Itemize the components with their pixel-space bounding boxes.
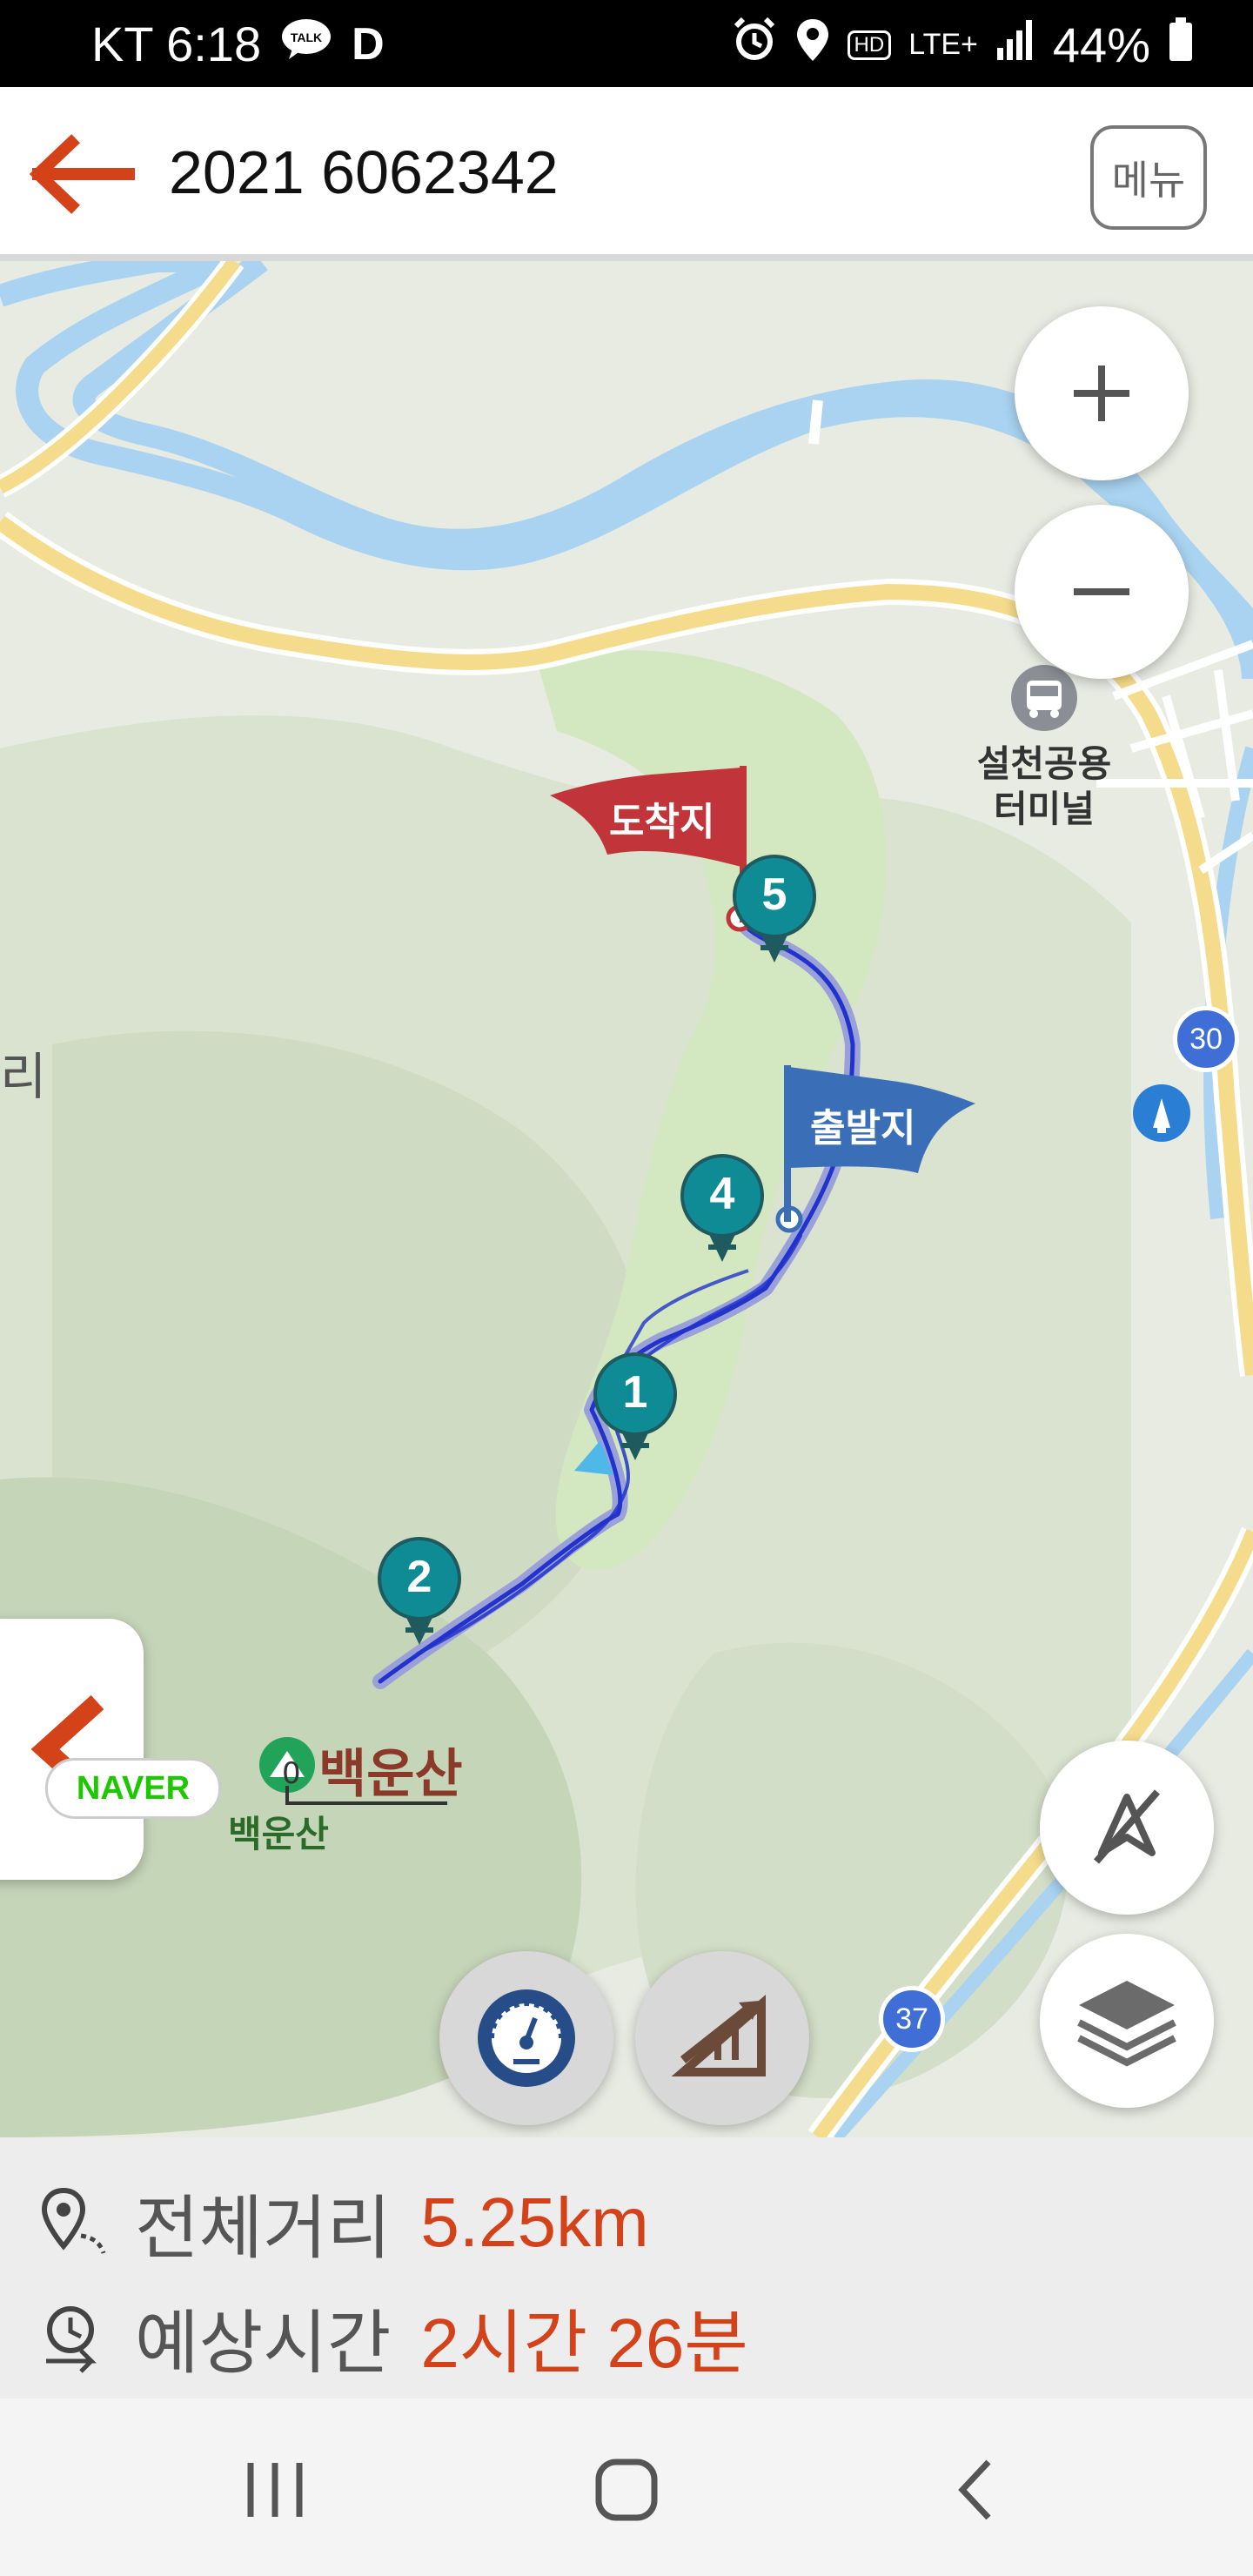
talk-badge-text: TALK <box>291 30 322 44</box>
recent-apps-icon <box>247 2463 303 2517</box>
carrier-time: KT 6:18 <box>91 17 262 71</box>
time-value: 2시간 26분 <box>420 2304 748 2382</box>
road-30-shield: 30 <box>1173 1006 1239 1072</box>
flag-start-label: 출발지 <box>810 1107 916 1150</box>
speed-button[interactable] <box>439 1951 613 2125</box>
map-view[interactable]: 도착지 출발지 5 4 1 2 설천공용 터미널 30 37 리 백운산 백운산… <box>0 261 1253 2137</box>
tree-icon <box>1133 1084 1190 1142</box>
waypoint-marker-5[interactable]: 5 <box>731 855 818 964</box>
home-button[interactable] <box>574 2442 679 2538</box>
speedometer-icon <box>478 1989 575 2087</box>
status-bar: KT 6:18 TALK D HD LTE+ 44% <box>0 0 1253 87</box>
page-title: 2021 6062342 <box>169 138 559 206</box>
zoom-in-button[interactable] <box>1015 306 1189 480</box>
d-app-icon: D <box>352 18 385 70</box>
flag-start-marker[interactable]: 출발지 <box>779 1060 979 1225</box>
lte-icon: LTE+ <box>908 28 978 61</box>
distance-row: 전체거리 5.25km <box>39 2172 649 2273</box>
waypoint-label: 4 <box>709 1169 735 1219</box>
mountain-label-small: 백운산 <box>228 1814 329 1855</box>
waypoint-label: 1 <box>622 1367 648 1418</box>
waypoint-label: 2 <box>406 1552 432 1602</box>
waypoint-label: 5 <box>761 869 787 920</box>
system-back-button[interactable] <box>924 2442 1029 2538</box>
road-37-shield: 37 <box>879 1986 945 2052</box>
system-nav-bar <box>0 2398 1253 2576</box>
kakaotalk-icon: TALK <box>280 16 332 72</box>
battery-percent: 44% <box>1052 17 1150 72</box>
time-label: 예상시간 <box>135 2304 392 2382</box>
signal-icon <box>995 17 1035 73</box>
layers-icon <box>1077 1981 1176 2067</box>
bus-terminal-poi[interactable]: 설천공용 터미널 <box>948 663 1140 837</box>
elevation-icon <box>671 1995 766 2076</box>
system-back-icon <box>958 2459 991 2520</box>
map-layers-button[interactable] <box>1040 1934 1214 2108</box>
distance-pin-icon <box>41 2187 106 2254</box>
minus-icon <box>1074 588 1129 595</box>
forest-poi[interactable] <box>1131 1083 1192 1144</box>
recent-apps-button[interactable] <box>223 2442 327 2538</box>
naver-logo: NAVER <box>45 1758 221 1819</box>
back-arrow-icon <box>29 134 135 214</box>
elevation-button[interactable] <box>635 1951 809 2125</box>
location-tracking-button[interactable] <box>1040 1741 1214 1915</box>
location-icon <box>795 16 830 74</box>
flag-end-label: 도착지 <box>609 801 715 843</box>
flag-end-marker[interactable]: 도착지 <box>546 759 747 924</box>
zoom-out-button[interactable] <box>1015 505 1189 679</box>
terminal-label-line2: 터미널 <box>994 788 1095 829</box>
navigation-off-icon <box>1093 1789 1161 1864</box>
home-icon <box>595 2459 658 2521</box>
route-summary-panel: 전체거리 5.25km 예상시간 2시간 26분 <box>0 2137 1253 2398</box>
time-row: 예상시간 2시간 26분 <box>39 2287 748 2388</box>
side-panel-toggle[interactable] <box>0 1619 144 1880</box>
distance-value: 5.25km <box>420 2184 649 2261</box>
alarm-icon <box>731 16 778 74</box>
clock-route-icon <box>46 2306 97 2373</box>
app-bar: 2021 6062342 메뉴 <box>0 87 1253 261</box>
waypoint-marker-2[interactable]: 2 <box>376 1537 463 1647</box>
menu-button[interactable]: 메뉴 <box>1090 125 1207 230</box>
hd-voice-icon: HD <box>847 30 892 60</box>
distance-label: 전체거리 <box>135 2190 392 2267</box>
map-edge-label: 리 <box>0 1049 47 1105</box>
battery-icon <box>1168 16 1194 74</box>
plus-icon <box>1074 366 1129 421</box>
bus-icon <box>1011 665 1077 731</box>
back-button[interactable] <box>26 131 139 218</box>
waypoint-marker-4[interactable]: 4 <box>679 1154 766 1264</box>
waypoint-marker-1[interactable]: 1 <box>592 1352 679 1462</box>
map-scale-bar: 0 <box>282 1756 447 1808</box>
